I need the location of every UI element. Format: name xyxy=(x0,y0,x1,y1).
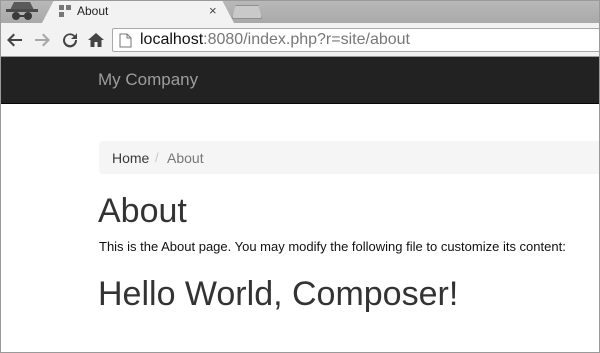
site-navbar: My Company xyxy=(0,57,600,104)
breadcrumb: Home / About xyxy=(99,141,600,174)
reload-icon[interactable] xyxy=(61,31,79,49)
page-description: This is the About page. You may modify t… xyxy=(99,239,566,254)
favicon-icon xyxy=(59,5,71,17)
url-path: :8080/index.php?r=site/about xyxy=(203,31,410,48)
browser-toolbar: localhost:8080/index.php?r=site/about xyxy=(0,23,600,57)
hello-heading: Hello World, Composer! xyxy=(98,275,459,313)
tab-title: About xyxy=(77,4,109,18)
new-tab-button[interactable] xyxy=(232,5,262,19)
incognito-icon xyxy=(6,2,38,20)
address-bar[interactable]: localhost:8080/index.php?r=site/about xyxy=(112,28,600,52)
page-title: About xyxy=(98,192,187,230)
breadcrumb-home-link[interactable]: Home xyxy=(112,150,149,166)
brand-link[interactable]: My Company xyxy=(98,70,198,90)
back-arrow-icon[interactable] xyxy=(6,31,24,49)
forward-arrow-icon[interactable] xyxy=(33,31,51,49)
page-icon xyxy=(119,33,132,48)
home-icon[interactable] xyxy=(87,31,105,49)
url-text[interactable]: localhost:8080/index.php?r=site/about xyxy=(140,31,410,49)
breadcrumb-separator: / xyxy=(155,150,159,165)
tab-close-icon[interactable]: × xyxy=(209,3,217,19)
browser-tab-strip: About × xyxy=(0,0,600,23)
url-host: localhost xyxy=(140,31,204,48)
breadcrumb-active: About xyxy=(167,150,204,166)
